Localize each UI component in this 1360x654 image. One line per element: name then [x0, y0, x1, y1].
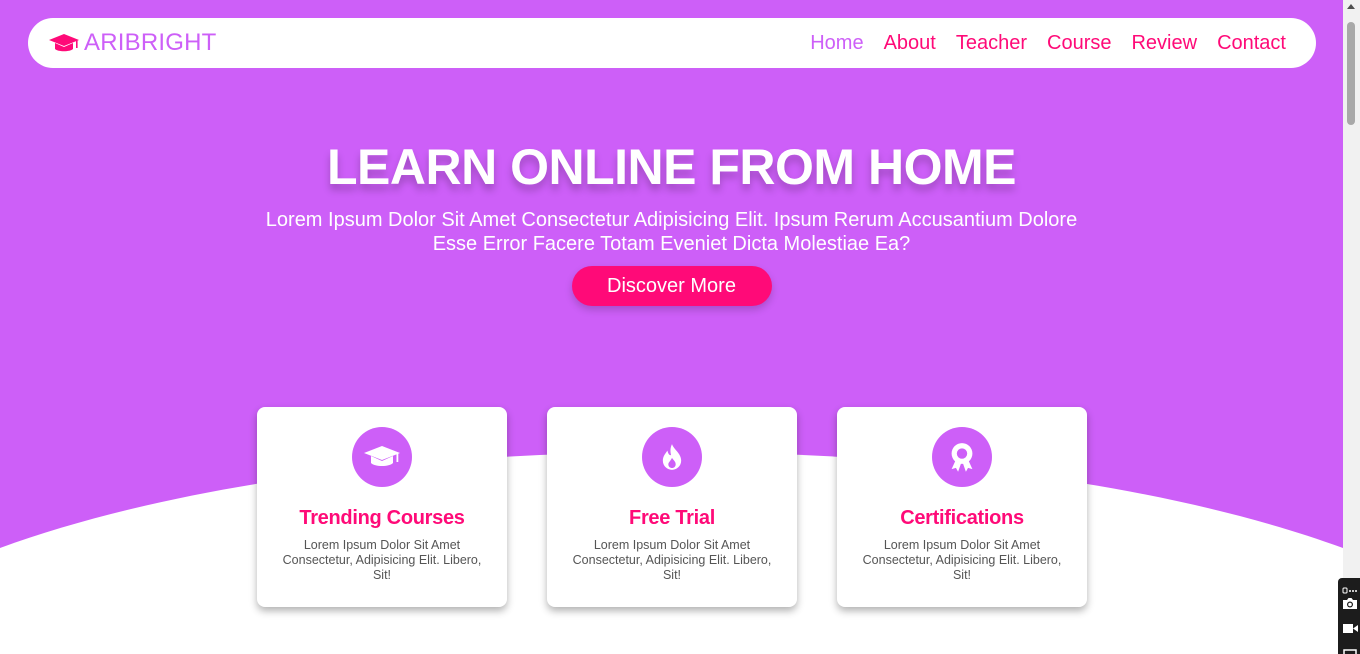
camera-icon[interactable]: [1342, 596, 1358, 610]
video-camera-icon[interactable]: [1342, 621, 1358, 635]
features: Trending Courses Lorem Ipsum Dolor Sit A…: [257, 407, 1087, 607]
more-options-icon[interactable]: [1342, 582, 1358, 594]
feature-text: Lorem Ipsum Dolor Sit Amet Consectetur, …: [282, 538, 482, 582]
feature-card-free-trial: Free Trial Lorem Ipsum Dolor Sit Amet Co…: [547, 407, 797, 607]
feature-card-trending-courses: Trending Courses Lorem Ipsum Dolor Sit A…: [257, 407, 507, 607]
logo[interactable]: ARIBRIGHT: [48, 29, 216, 57]
page: ARIBRIGHT Home About Teacher Course Revi…: [0, 0, 1343, 654]
side-toolbar: [1338, 578, 1360, 654]
nav-link-home[interactable]: Home: [810, 32, 863, 55]
navbar: ARIBRIGHT Home About Teacher Course Revi…: [28, 18, 1316, 68]
nav-link-course[interactable]: Course: [1047, 32, 1111, 55]
window-icon[interactable]: [1342, 644, 1358, 654]
graduation-cap-icon: [352, 427, 412, 487]
fire-icon: [642, 427, 702, 487]
feature-text: Lorem Ipsum Dolor Sit Amet Consectetur, …: [862, 538, 1062, 582]
hero-section: LEARN ONLINE FROM HOME Lorem Ipsum Dolor…: [0, 138, 1343, 306]
feature-card-certifications: Certifications Lorem Ipsum Dolor Sit Ame…: [837, 407, 1087, 607]
feature-title: Certifications: [900, 507, 1024, 529]
feature-title: Free Trial: [629, 507, 715, 529]
feature-title: Trending Courses: [299, 507, 465, 529]
scroll-up-arrow-icon[interactable]: [1347, 4, 1355, 9]
main-nav: Home About Teacher Course Review Contact: [810, 32, 1286, 55]
award-icon: [932, 427, 992, 487]
hero-text: Lorem Ipsum Dolor Sit Amet Consectetur A…: [265, 209, 1078, 255]
nav-link-review[interactable]: Review: [1131, 32, 1197, 55]
hero-title: LEARN ONLINE FROM HOME: [327, 139, 1016, 195]
nav-link-contact[interactable]: Contact: [1217, 32, 1286, 55]
nav-link-teacher[interactable]: Teacher: [956, 32, 1027, 55]
scrollbar-thumb[interactable]: [1347, 22, 1355, 125]
nav-link-about[interactable]: About: [884, 32, 936, 55]
discover-more-button[interactable]: Discover More: [571, 266, 772, 306]
feature-text: Lorem Ipsum Dolor Sit Amet Consectetur, …: [572, 538, 772, 582]
brand-name: ARIBRIGHT: [84, 29, 217, 56]
vertical-scrollbar[interactable]: [1343, 0, 1360, 654]
graduation-cap-icon: [48, 31, 80, 55]
